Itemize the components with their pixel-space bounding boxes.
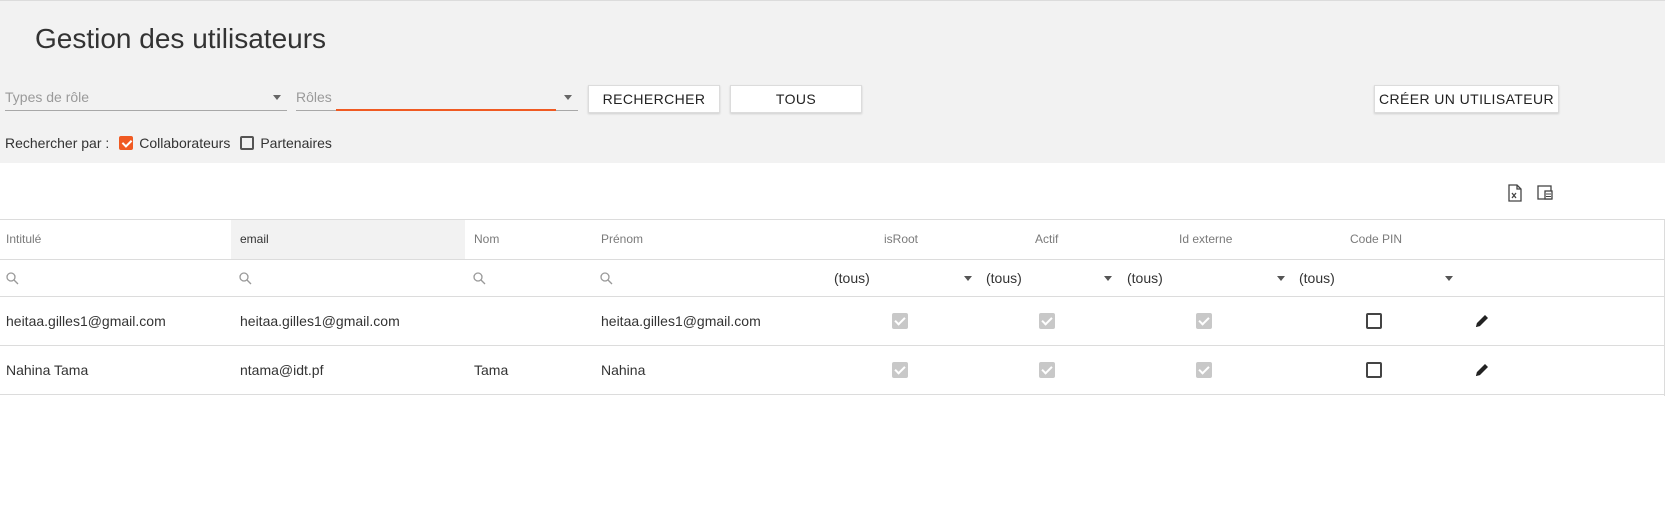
column-header-actif[interactable]: Actif [1035,220,1058,259]
edit-icon[interactable] [1474,362,1490,378]
column-header-isroot[interactable]: isRoot [884,220,918,259]
export-excel-icon[interactable] [1507,184,1523,202]
collaborators-checkbox[interactable] [119,136,134,150]
edit-icon[interactable] [1474,313,1490,329]
cell-nom: Tama [474,362,509,378]
column-header-id-externe[interactable]: Id externe [1179,220,1232,259]
column-header-prenom[interactable]: Prénom [601,220,643,259]
actif-checkbox [1039,313,1055,329]
isroot-checkbox [892,362,908,378]
isroot-checkbox [892,313,908,329]
focus-underline [336,109,556,111]
cell-intitule: Nahina Tama [6,362,89,378]
code-pin-checkbox [1366,362,1382,378]
id-externe-filter-select[interactable]: (tous) [1127,260,1287,296]
chevron-down-icon [964,276,972,281]
cell-email: ntama@idt.pf [240,362,324,378]
search-by-label: Rechercher par : [5,135,110,151]
chevron-down-icon [1445,276,1453,281]
column-header-nom[interactable]: Nom [474,220,499,259]
column-header-email[interactable]: email [231,220,465,259]
code-pin-filter-value: (tous) [1299,270,1335,286]
cell-prenom: Nahina [601,362,646,378]
page-title: Gestion des utilisateurs [35,23,327,54]
filter-panel: Gestion des utilisateurs Types de rôle R… [0,0,1665,163]
column-chooser-icon[interactable] [1537,184,1553,202]
id-externe-checkbox [1196,362,1212,378]
search-icon[interactable] [239,272,252,285]
grid-filter-row: (tous) (tous) (tous) (tous) [0,260,1665,297]
all-button[interactable]: TOUS [730,85,862,113]
actif-checkbox [1039,362,1055,378]
role-types-select[interactable]: Types de rôle [5,81,287,111]
roles-placeholder: Rôles [296,89,332,105]
table-row[interactable]: heitaa.gilles1@gmail.com heitaa.gilles1@… [0,297,1665,346]
cell-intitule: heitaa.gilles1@gmail.com [6,313,166,329]
search-icon[interactable] [473,272,486,285]
search-icon[interactable] [600,272,613,285]
search-button[interactable]: RECHERCHER [588,85,720,113]
search-icon[interactable] [6,272,19,285]
partners-label[interactable]: Partenaires [260,135,332,151]
isroot-filter-select[interactable]: (tous) [834,260,974,296]
role-types-placeholder: Types de rôle [5,89,90,105]
cell-prenom: heitaa.gilles1@gmail.com [601,313,761,329]
create-user-button[interactable]: CRÉER UN UTILISATEUR [1374,85,1559,113]
chevron-down-icon [1104,276,1112,281]
column-header-intitule[interactable]: Intitulé [0,220,231,259]
collaborators-label[interactable]: Collaborateurs [139,135,230,151]
cell-email: heitaa.gilles1@gmail.com [240,313,400,329]
chevron-down-icon [273,95,281,100]
id-externe-checkbox [1196,313,1212,329]
table-row[interactable]: Nahina Tama ntama@idt.pf Tama Nahina [0,346,1665,395]
chevron-down-icon [564,95,572,100]
code-pin-checkbox [1366,313,1382,329]
actif-filter-value: (tous) [986,270,1022,286]
search-by-group: Rechercher par : Collaborateurs Partenai… [5,135,342,151]
grid-header-row: Intitulé email Nom Prénom isRoot Actif I… [0,219,1665,260]
chevron-down-icon [1277,276,1285,281]
column-header-code-pin[interactable]: Code PIN [1350,220,1402,259]
roles-select[interactable]: Rôles [296,81,578,111]
partners-checkbox[interactable] [240,136,255,150]
actif-filter-select[interactable]: (tous) [986,260,1116,296]
isroot-filter-value: (tous) [834,270,870,286]
code-pin-filter-select[interactable]: (tous) [1299,260,1459,296]
id-externe-filter-value: (tous) [1127,270,1163,286]
